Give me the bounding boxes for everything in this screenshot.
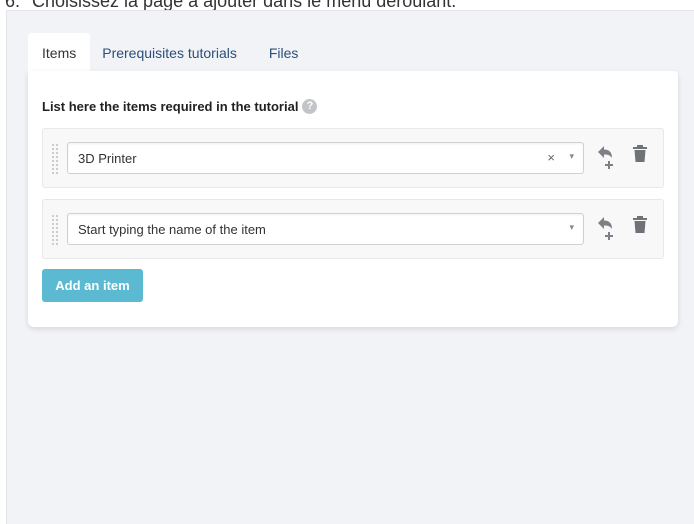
item-select-placeholder: Start typing the name of the item bbox=[78, 222, 266, 237]
item-select[interactable]: 3D Printer × ▾ bbox=[67, 142, 584, 174]
drag-handle[interactable] bbox=[51, 214, 60, 246]
trash-icon[interactable] bbox=[633, 216, 653, 244]
tab-bar: Items Prerequisites tutorials Files bbox=[28, 33, 312, 71]
item-row: 3D Printer × ▾ bbox=[42, 128, 664, 188]
reuse-item-icon[interactable] bbox=[596, 143, 616, 171]
clear-icon[interactable]: × bbox=[547, 150, 555, 165]
section-title: List here the items required in the tuto… bbox=[42, 99, 318, 114]
chevron-down-icon[interactable]: ▾ bbox=[569, 222, 574, 233]
drag-handle[interactable] bbox=[51, 143, 60, 175]
items-card: List here the items required in the tuto… bbox=[28, 71, 678, 327]
tab-prerequisites-tutorials[interactable]: Prerequisites tutorials bbox=[90, 33, 251, 71]
item-row: Start typing the name of the item ▾ bbox=[42, 199, 664, 259]
item-select-value: 3D Printer bbox=[78, 151, 137, 166]
help-icon[interactable]: ? bbox=[302, 99, 318, 114]
trash-icon[interactable] bbox=[633, 145, 653, 173]
chevron-down-icon[interactable]: ▾ bbox=[569, 151, 574, 162]
reuse-item-icon[interactable] bbox=[596, 214, 616, 242]
item-select[interactable]: Start typing the name of the item ▾ bbox=[67, 213, 584, 245]
tab-items[interactable]: Items bbox=[28, 33, 91, 71]
add-item-button[interactable]: Add an item bbox=[42, 269, 143, 302]
tab-files[interactable]: Files bbox=[251, 33, 313, 71]
section-title-text: List here the items required in the tuto… bbox=[42, 99, 299, 114]
